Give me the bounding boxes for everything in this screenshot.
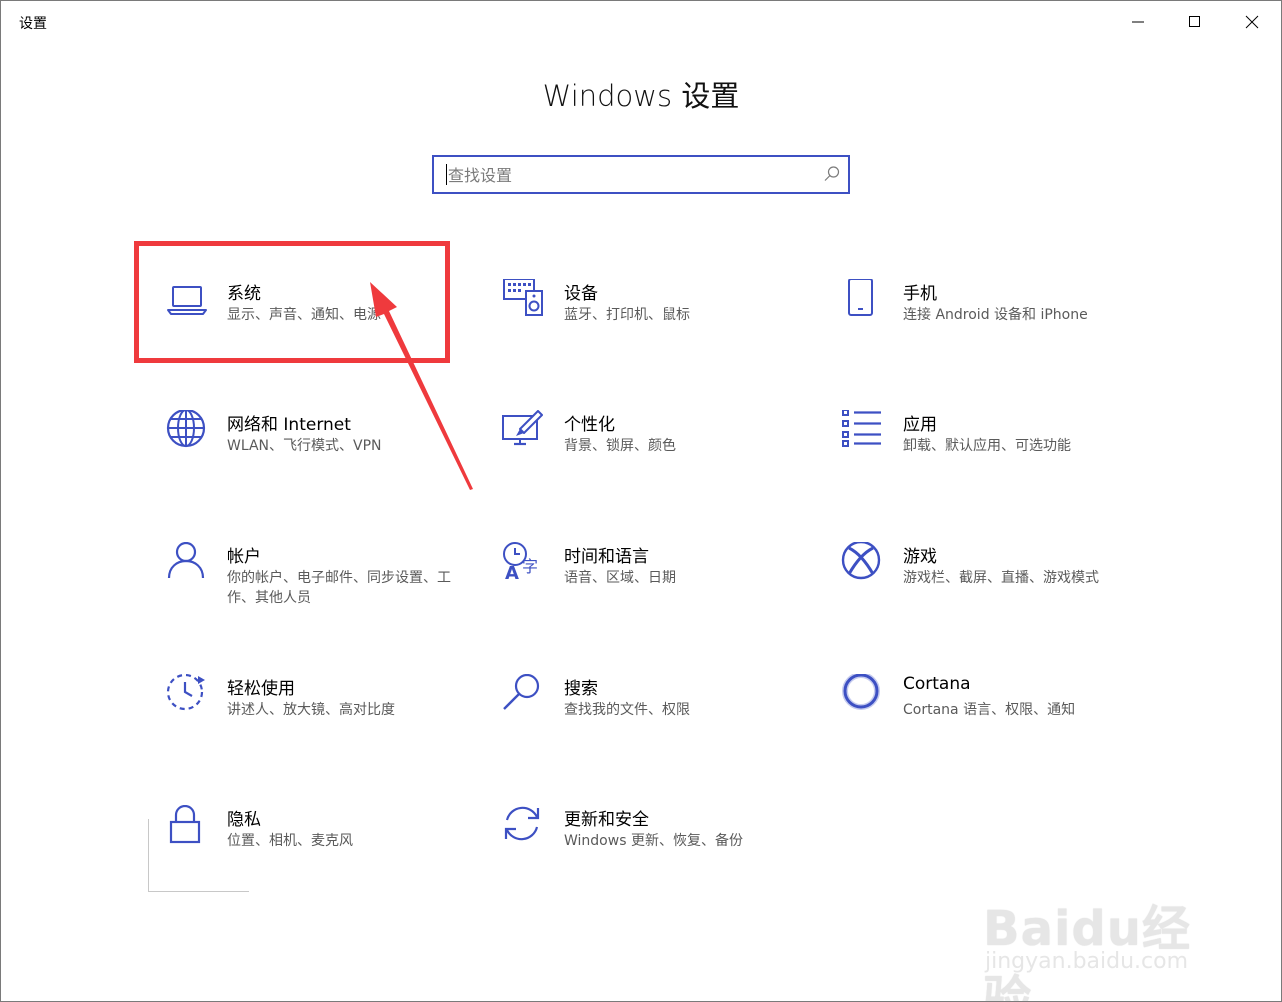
tile-name: 个性化 [564, 415, 615, 435]
paint-icon [502, 410, 543, 446]
keyboard-speaker-icon [503, 279, 543, 316]
search-icon[interactable] [823, 165, 841, 183]
cortana-icon [842, 674, 880, 710]
tile-name: 帐户 [227, 547, 261, 567]
tile-name: 游戏 [903, 547, 937, 567]
tile-phone[interactable]: 手机 连接 Android 设备和 iPhone [841, 279, 1161, 379]
tile-description: 蓝牙、打印机、鼠标 [564, 307, 690, 323]
ease-of-access-icon [166, 674, 205, 711]
tile-name: 更新和安全 [564, 810, 649, 830]
selection-frame-artifact [148, 819, 249, 892]
minimize-button[interactable] [1110, 1, 1166, 43]
laptop-icon [167, 286, 207, 315]
minimize-icon [1132, 21, 1144, 23]
globe-icon [166, 410, 206, 448]
tile-ease-of-access[interactable]: 轻松使用 讲述人、放大镜、高对比度 [165, 674, 485, 774]
svg-text:字: 字 [522, 557, 538, 576]
tile-cortana[interactable]: Cortana Cortana 语言、权限、通知 [841, 674, 1161, 774]
tile-description: 显示、声音、通知、电源 [227, 307, 381, 323]
time-language-icon: A 字 [503, 542, 538, 584]
tile-description: 卸载、默认应用、可选功能 [903, 438, 1071, 454]
apps-list-icon [842, 410, 881, 447]
tile-name: 搜索 [564, 679, 598, 699]
tile-search[interactable]: 搜索 查找我的文件、权限 [502, 674, 822, 774]
search-input[interactable] [448, 163, 818, 187]
tile-description: 语音、区域、日期 [564, 570, 676, 586]
close-icon [1245, 15, 1259, 29]
tile-description: 你的帐户、电子邮件、同步设置、工作、其他人员 [227, 570, 451, 606]
tile-description: 游戏栏、截屏、直播、游戏模式 [903, 570, 1099, 586]
tile-description: 查找我的文件、权限 [564, 702, 690, 718]
search-magnifier-icon [503, 674, 540, 710]
refresh-icon [504, 806, 540, 841]
tile-network[interactable]: 网络和 Internet WLAN、飞行模式、VPN [165, 410, 485, 510]
tile-description: 讲述人、放大镜、高对比度 [227, 702, 395, 718]
tile-description: 位置、相机、麦克风 [227, 833, 353, 849]
tile-system[interactable]: 系统 显示、声音、通知、电源 [165, 279, 485, 379]
tile-name: 轻松使用 [227, 679, 295, 699]
phone-icon [848, 279, 873, 316]
tile-description: Cortana 语言、权限、通知 [903, 702, 1076, 718]
tile-description: WLAN、飞行模式、VPN [227, 438, 382, 454]
svg-text:A: A [505, 563, 519, 584]
tile-description: Windows 更新、恢复、备份 [564, 833, 743, 849]
tile-name: 网络和 Internet [227, 415, 351, 435]
watermark-logo: Baidu经验 [983, 901, 1191, 1002]
title-bar[interactable]: 设置 [1, 1, 1281, 43]
maximize-button[interactable] [1167, 1, 1223, 43]
tile-accounts[interactable]: 帐户 你的帐户、电子邮件、同步设置、工作、其他人员 [165, 542, 485, 642]
tile-personalization[interactable]: 个性化 背景、锁屏、颜色 [502, 410, 822, 510]
settings-window: 设置 Windows 设置 系统 显示、声音、通知、电源 [0, 0, 1282, 1002]
close-button[interactable] [1224, 1, 1280, 43]
person-icon [167, 542, 205, 579]
watermark-url: jingyan.baidu.com [985, 949, 1189, 974]
maximize-icon [1189, 16, 1200, 27]
page-title: Windows 设置 [542, 79, 740, 113]
tile-gaming[interactable]: 游戏 游戏栏、截屏、直播、游戏模式 [841, 542, 1161, 642]
text-caret [446, 164, 447, 185]
tile-name: 应用 [903, 415, 937, 435]
tile-devices[interactable]: 设备 蓝牙、打印机、鼠标 [502, 279, 822, 379]
watermark: Baidu经验 jingyan.baidu.com [983, 881, 1223, 1001]
tile-update-security[interactable]: 更新和安全 Windows 更新、恢复、备份 [502, 805, 822, 905]
tile-description: 连接 Android 设备和 iPhone [903, 307, 1088, 323]
tile-apps[interactable]: 应用 卸载、默认应用、可选功能 [841, 410, 1161, 510]
tile-time-language[interactable]: A 字 时间和语言 语音、区域、日期 [502, 542, 822, 642]
tile-name: 设备 [564, 284, 598, 304]
tile-name: 手机 [903, 284, 937, 304]
tile-description: 背景、锁屏、颜色 [564, 438, 676, 454]
xbox-icon [841, 542, 881, 580]
tile-name: 时间和语言 [564, 547, 649, 567]
window-title: 设置 [19, 16, 47, 32]
tile-name: 系统 [227, 284, 261, 304]
search-box[interactable] [432, 155, 850, 194]
tile-name: Cortana [903, 674, 971, 694]
